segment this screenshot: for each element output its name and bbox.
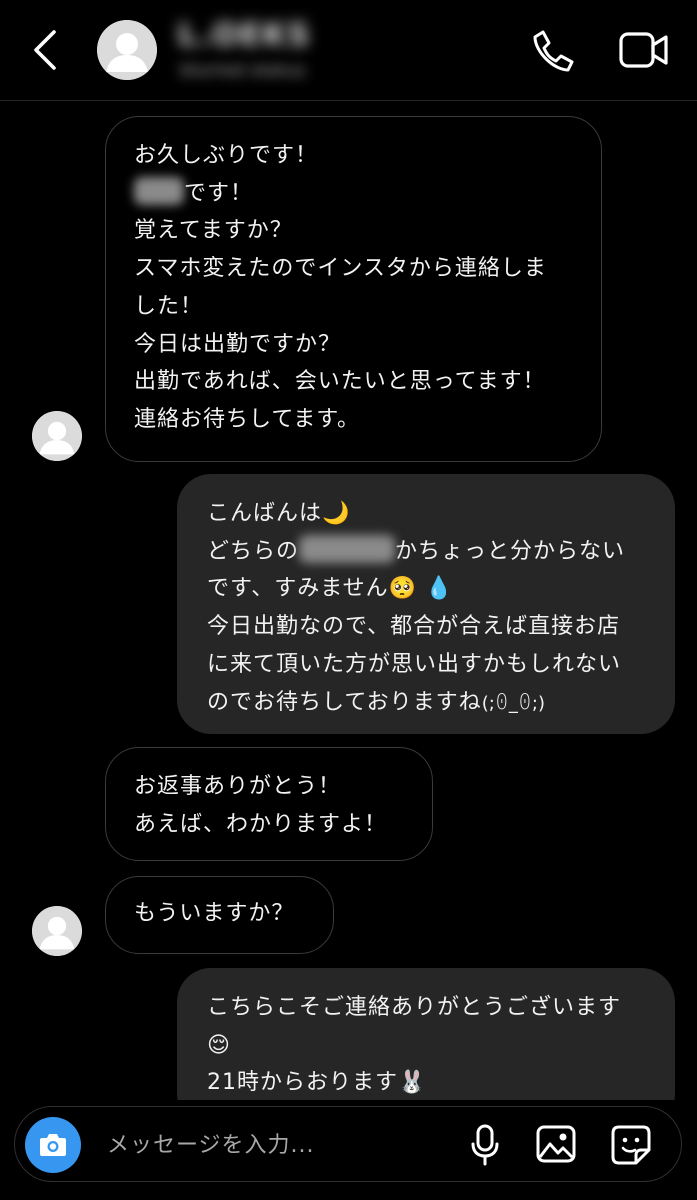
message-line: した！ [134,293,204,319]
video-camera-icon[interactable] [618,30,670,70]
camera-button[interactable] [25,1117,81,1173]
redacted-text [299,534,396,563]
message-line: どちらの [207,538,300,564]
relieved-face-emoji: 😌 [207,1032,231,1058]
message-line: あえば、わかりますよ！ [134,811,388,837]
kaomoji: (;ꏿ_ꏿ;) [481,692,545,714]
message-line: お返事ありがとう！ [134,774,342,799]
message-line: 21時からおります [207,1070,398,1096]
message-line: 覚えてますか？ [134,218,293,244]
message-line: のでお待ちしておりますね [207,689,482,715]
phone-icon[interactable] [530,28,576,74]
incoming-message-bubble[interactable]: もういますか？ [105,876,334,954]
message-line: こちらこそご連絡ありがとうございます [207,995,622,1020]
message-input[interactable] [105,1121,459,1169]
contact-name[interactable]: L.OEKS [178,18,311,53]
message-line: 連絡お待ちしてます。 [134,406,361,432]
contact-status: blurred status [180,60,306,81]
message-line: 今日は出勤ですか？ [134,331,342,357]
pleading-face-emoji: 🥺 [388,576,417,602]
chat-header: L.OEKS blurred status [0,0,697,101]
rabbit-face-emoji: 🐰 [398,1070,427,1096]
contact-avatar[interactable] [97,20,157,80]
default-user-icon [32,906,82,956]
message-line: です！ [184,180,254,206]
redacted-name [134,176,184,205]
sticker-icon[interactable] [610,1124,652,1166]
message-line: 今日出勤なので、都合が合えば直接お店 [207,614,621,640]
sender-avatar[interactable] [32,411,82,461]
sender-avatar[interactable] [32,906,82,956]
message-line: です、すみません [207,576,389,602]
default-user-icon [32,411,82,461]
message-line: こんばんは [207,501,323,526]
outgoing-message-bubble[interactable]: こんばんは🌙 どちらの かちょっと分からない です、すみません🥺 💧 今日出勤なの… [177,474,675,734]
message-line: スマホ変えたのでインスタから連絡しま [134,256,547,282]
microphone-icon[interactable] [470,1124,500,1166]
droplet-emoji: 💧 [425,576,454,602]
message-line: お久しぶりです！ [134,143,319,168]
incoming-message-bubble[interactable]: お返事ありがとう！ あえば、わかりますよ！ [105,747,433,861]
gallery-icon[interactable] [535,1124,577,1164]
message-composer [14,1106,682,1182]
message-line: もういますか？ [134,901,295,926]
moon-emoji: 🌙 [322,501,351,526]
message-line: に来て頂いた方が思い出すかもしれない [207,651,622,677]
incoming-message-bubble[interactable]: お久しぶりです！ です！ 覚えてますか？ スマホ変えたのでインスタから連絡しま … [105,116,602,462]
message-line: かちょっと分からない [395,538,626,564]
default-user-icon [97,20,157,80]
message-line: 出勤であれば、会いたいと思ってます！ [134,369,546,395]
camera-icon [40,1134,66,1156]
chevron-left-icon[interactable] [28,28,64,72]
